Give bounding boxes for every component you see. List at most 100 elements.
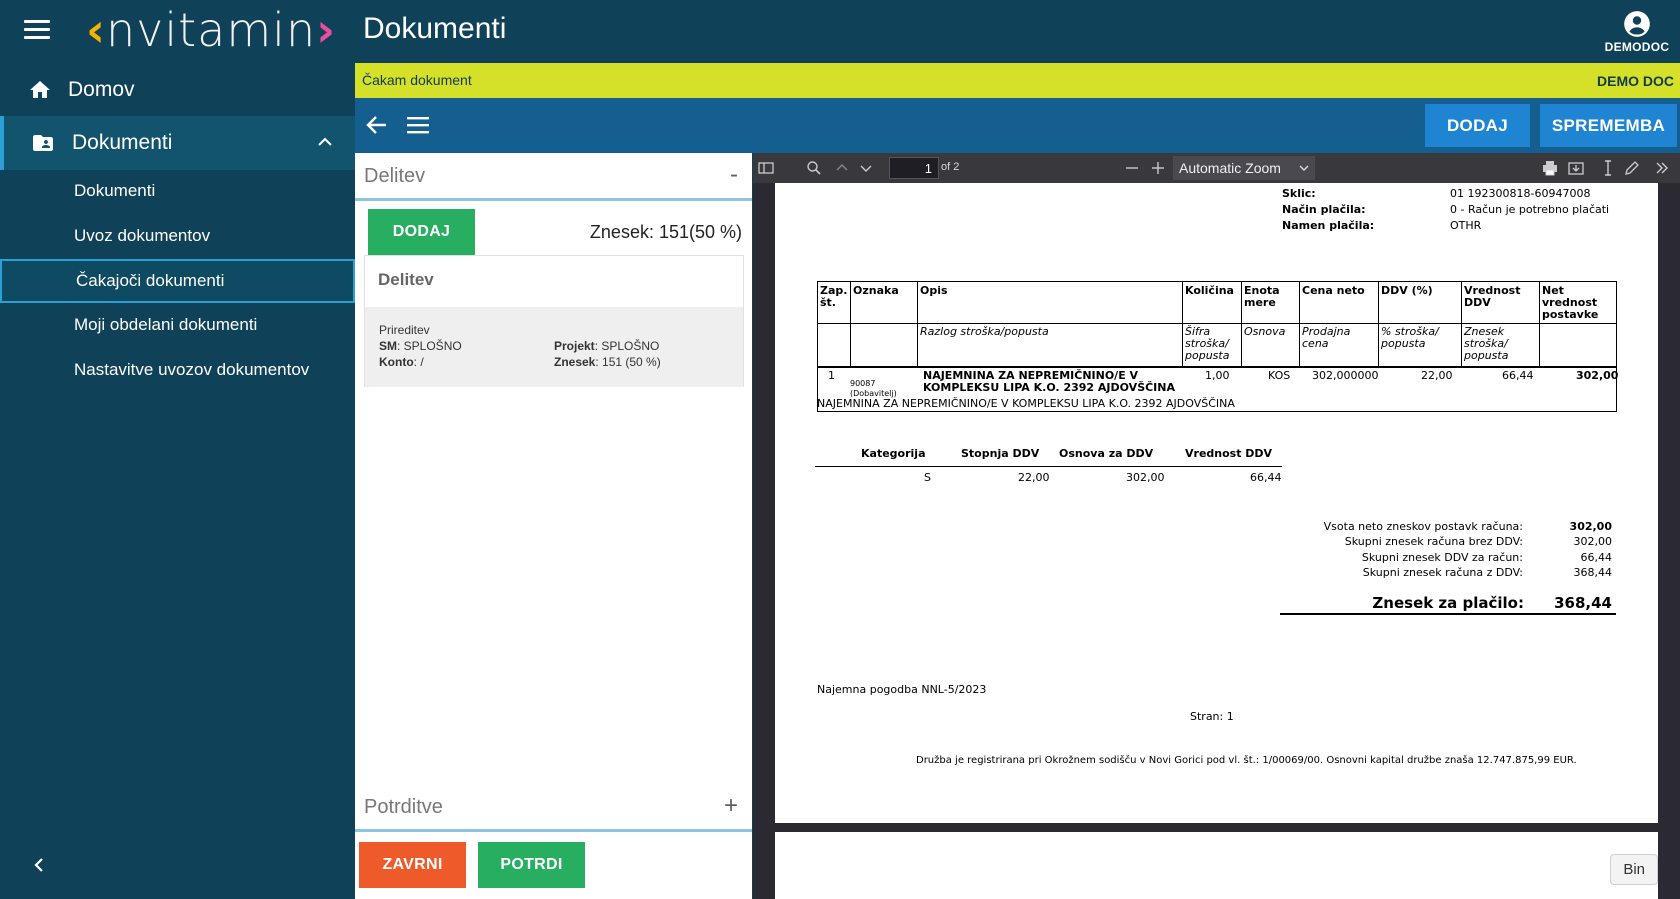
vat-header: Osnova za DDV [1059, 447, 1154, 460]
contract-ref: Najemna pogodba NNL-5/2023 [817, 683, 987, 696]
sidebar-subitem-my-processed[interactable]: Moji obdelani dokumenti [0, 304, 355, 346]
row-unit: KOS [1268, 369, 1291, 382]
table-header: DDV [1464, 296, 1491, 309]
menu-icon[interactable] [24, 20, 50, 40]
footer-note: Družba je registrirana pri Okrožnem sodi… [916, 755, 1577, 766]
pay-label: Znesek za plačilo: [1372, 594, 1524, 612]
section-title: Potrditve [364, 796, 443, 818]
home-icon [30, 81, 50, 98]
sidebar-subitem-pending[interactable]: Čakajoči dokumenti [0, 259, 355, 303]
row-nr: 1 [828, 369, 835, 382]
delitev-header[interactable]: Delitev - [355, 153, 752, 201]
row-vat-value: 66,44 [1502, 369, 1534, 382]
zoom-out-icon[interactable] [1123, 159, 1141, 177]
table-header: Opis [920, 284, 948, 297]
total-label: Vsota neto zneskov postavk računa: [1323, 520, 1523, 533]
projekt-field: Projekt: SPLOŠNO [554, 339, 660, 353]
table-subheader: popusta [1185, 349, 1230, 362]
total-value: 368,44 [1573, 566, 1613, 579]
text-cursor-icon[interactable] [1599, 159, 1617, 177]
total-label: Skupni znesek računa z DDV: [1362, 566, 1523, 579]
search-icon[interactable] [805, 159, 823, 177]
pdf-page-2 [775, 832, 1658, 899]
page-title: Dokumenti [363, 12, 507, 45]
table-header: št. [820, 296, 836, 309]
sidebar-item-label: Domov [68, 78, 135, 101]
sidebar-item-home[interactable]: Domov [0, 68, 355, 112]
vat-cell: 66,44 [1250, 471, 1282, 484]
vat-cell: S [924, 471, 931, 484]
user-menu[interactable]: DEMODOC [1604, 10, 1670, 54]
reject-button[interactable]: ZAVRNI [359, 842, 466, 888]
znesek-field: Znesek: 151 (50 %) [554, 355, 661, 369]
header-value: 0 - Račun je potrebno plačati [1450, 203, 1610, 216]
sidebar-subitem-import[interactable]: Uvoz dokumentov [0, 215, 355, 257]
row-net: 302,00 [1576, 369, 1619, 382]
arrow-back-icon[interactable] [366, 114, 388, 136]
vat-header: Vrednost DDV [1185, 447, 1273, 460]
vat-cell: 22,00 [1018, 471, 1050, 484]
account-circle-icon [1624, 11, 1650, 37]
pay-value: 368,44 [1554, 594, 1612, 612]
chevron-down-icon [1299, 165, 1309, 171]
row-vat: 22,00 [1421, 369, 1453, 382]
table-header: Količina [1185, 284, 1234, 297]
header: Dokumenti DEMODOC [355, 0, 1680, 63]
draw-icon[interactable] [1623, 159, 1641, 177]
bin-button[interactable]: Bin [1610, 854, 1658, 885]
vat-header: Stopnja DDV [961, 447, 1040, 460]
username: DEMODOC [1604, 40, 1670, 54]
download-icon[interactable] [1567, 159, 1585, 177]
print-icon[interactable] [1541, 159, 1559, 177]
potrditve-header[interactable]: Potrditve + [355, 784, 752, 832]
next-page-icon[interactable] [857, 159, 875, 177]
header-label: Sklic: [1282, 187, 1316, 200]
zoom-select[interactable]: Automatic Zoom [1173, 156, 1315, 180]
pdf-viewer: of 2 Automatic Zoom Sklic: 01 192300818-… [753, 153, 1680, 899]
sidebar: ‹ nvitamin › Domov Dokumenti Dokumenti Uvo… [0, 0, 355, 899]
table-header: Oznaka [853, 284, 899, 297]
confirm-button[interactable]: POTRDI [478, 842, 585, 888]
table-header: DDV (%) [1381, 284, 1433, 297]
sm-field: SM: SPLOŠNO [379, 339, 462, 353]
header-label: Način plačila: [1282, 203, 1366, 216]
add-split-button[interactable]: DODAJ [368, 209, 475, 255]
folder-user-icon [33, 135, 53, 151]
row-desc: KOMPLEKSU LIPA K.O. 2392 AJDOVŠČINA [923, 381, 1175, 394]
table-header: postavke [1542, 308, 1599, 321]
row-qty: 1,00 [1205, 369, 1230, 382]
split-card[interactable]: Delitev Prireditev SM: SPLOŠNO Projekt: … [364, 255, 744, 387]
collapse-toggle[interactable]: - [730, 161, 738, 189]
zoom-in-icon[interactable] [1149, 159, 1167, 177]
page-label: Stran: 1 [1190, 710, 1234, 723]
total-value: 302,00 [1569, 520, 1612, 533]
table-subheader: popusta [1464, 349, 1509, 362]
table-subheader: Razlog stroška/popusta [920, 325, 1049, 338]
sidebar-item-documents[interactable]: Dokumenti [0, 116, 355, 170]
sidebar-toggle-icon[interactable] [757, 159, 775, 177]
change-button[interactable]: SPREMEMBA [1540, 104, 1677, 147]
expand-toggle[interactable]: + [724, 792, 738, 820]
sidebar-item-label: Dokumenti [72, 131, 173, 154]
sidebar-subitem-documents[interactable]: Dokumenti [0, 170, 355, 212]
previous-page-icon[interactable] [833, 159, 851, 177]
table-header: Cena neto [1302, 284, 1365, 297]
header-value: OTHR [1450, 219, 1482, 232]
table-header: mere [1244, 296, 1276, 309]
total-value: 302,00 [1573, 535, 1613, 548]
add-button[interactable]: DODAJ [1425, 104, 1530, 147]
split-panel: Delitev - DODAJ Znesek: 151(50 %) Delite… [355, 153, 752, 899]
vat-header: Kategorija [861, 447, 926, 460]
row-code: 90087 [850, 379, 876, 388]
action-bar: DODAJ SPREMEMBA [355, 98, 1680, 153]
status-text: Čakam dokument [362, 72, 472, 88]
sidebar-subitem-import-settings[interactable]: Nastavitve uvozov dokumentov [0, 349, 355, 391]
logo: ‹ nvitamin › [86, 3, 337, 57]
split-name: Prireditev [379, 323, 430, 337]
section-title: Delitev [364, 165, 426, 187]
more-tools-icon[interactable] [1653, 159, 1671, 177]
split-amount: Znesek: 151(50 %) [589, 222, 742, 242]
chevron-left-icon[interactable] [30, 856, 48, 874]
list-icon[interactable] [407, 115, 429, 135]
page-number-input[interactable] [889, 157, 939, 179]
